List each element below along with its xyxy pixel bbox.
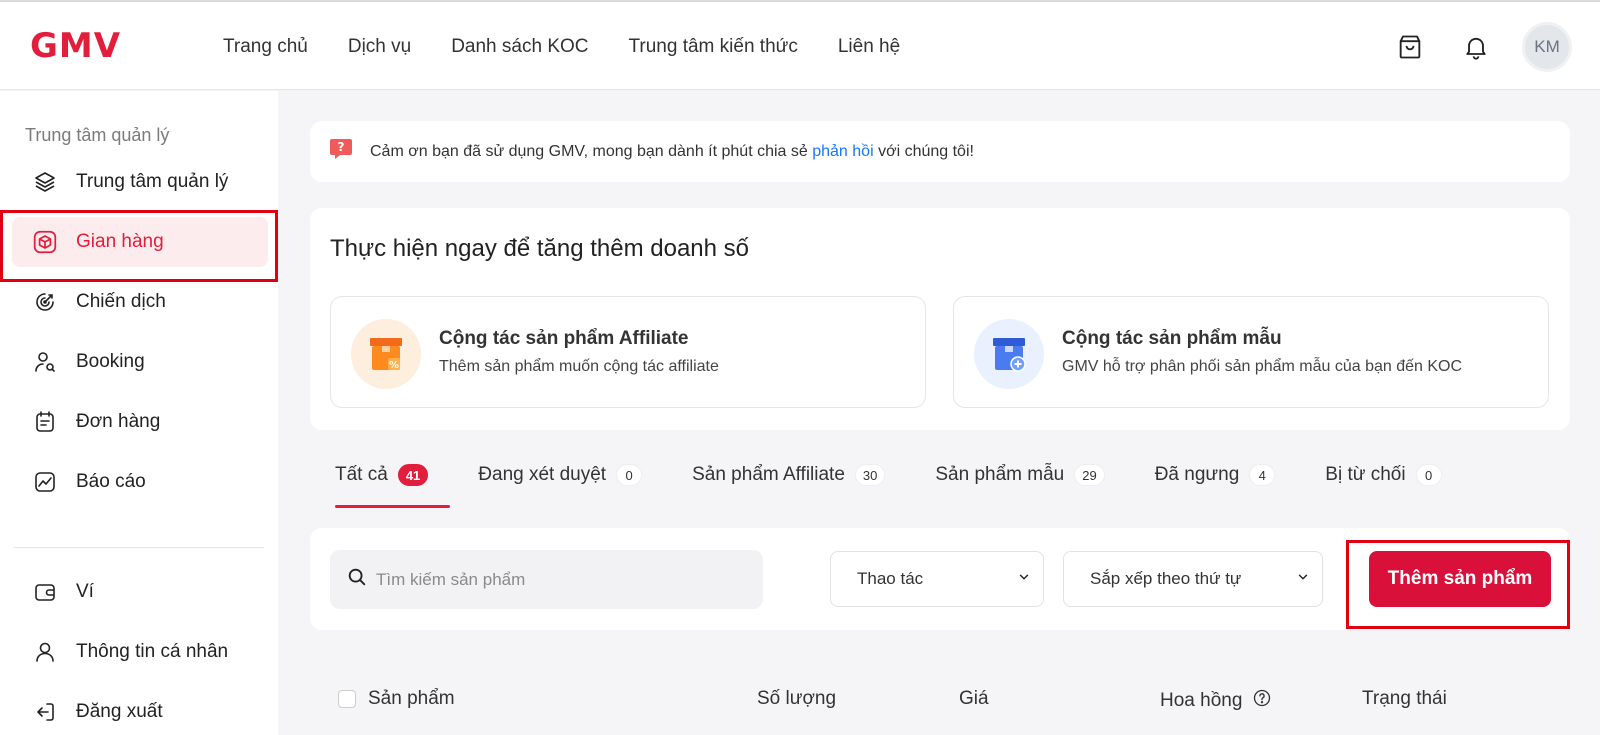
action-select[interactable]: Thao tác xyxy=(830,551,1044,607)
calendar-list-icon xyxy=(32,409,58,435)
card-description: GMV hỗ trợ phân phối sản phẩm mẫu của bạ… xyxy=(1062,358,1463,375)
header-actions: KM xyxy=(1390,22,1572,72)
svg-text:?: ? xyxy=(338,140,345,154)
nav-home[interactable]: Trang chủ xyxy=(223,36,308,58)
sidebar-item-label: Thông tin cá nhân xyxy=(76,641,229,662)
user-search-icon xyxy=(32,349,58,375)
product-status-tabs: Tất cả 41 Đang xét duyệt 0 Sản phẩm Affi… xyxy=(335,458,1492,492)
sidebar-item-wallet[interactable]: Ví xyxy=(12,567,268,617)
feedback-banner: ? Cảm ơn bạn đã sử dụng GMV, mong bạn dà… xyxy=(310,121,1570,182)
column-price: Giá xyxy=(959,688,989,709)
chevron-down-icon xyxy=(1296,569,1310,589)
search-icon xyxy=(346,566,368,593)
column-quantity: Số lượng xyxy=(757,688,837,709)
tab-rejected[interactable]: Bị từ chối 0 xyxy=(1325,458,1442,492)
sidebar-item-label: Trung tâm quản lý xyxy=(76,171,229,192)
tab-stopped[interactable]: Đã ngưng 4 xyxy=(1155,458,1276,492)
tab-count-badge: 0 xyxy=(616,464,643,486)
bell-icon[interactable] xyxy=(1456,27,1496,67)
highlight-frame-store xyxy=(0,210,278,282)
logout-icon xyxy=(32,699,58,725)
highlight-frame-add-product xyxy=(1346,540,1570,629)
gmv-logo[interactable]: GMV xyxy=(30,26,121,66)
wallet-icon xyxy=(32,579,58,605)
sample-product-card[interactable]: Cộng tác sản phẩm mẫu GMV hỗ trợ phân ph… xyxy=(953,296,1549,408)
sidebar-item-management-center[interactable]: Trung tâm quản lý xyxy=(12,157,268,207)
nav-contact[interactable]: Liên hệ xyxy=(838,36,900,58)
tab-all[interactable]: Tất cả 41 xyxy=(335,458,429,492)
sidebar-item-label: Đăng xuất xyxy=(76,701,163,722)
search-box xyxy=(330,550,763,609)
chart-icon xyxy=(32,469,58,495)
main-nav: Trang chủ Dịch vụ Danh sách KOC Trung tâ… xyxy=(223,36,900,58)
question-bubble-icon: ? xyxy=(328,136,354,167)
nav-koc-list[interactable]: Danh sách KOC xyxy=(451,36,588,58)
affiliate-product-card[interactable]: % Cộng tác sản phẩm Affiliate Thêm sản p… xyxy=(330,296,926,408)
sidebar-item-label: Chiến dịch xyxy=(76,291,166,312)
nav-services[interactable]: Dịch vụ xyxy=(348,36,411,58)
tab-count-badge: 0 xyxy=(1415,464,1442,486)
tab-under-review[interactable]: Đang xét duyệt 0 xyxy=(478,458,643,492)
shopping-bag-icon[interactable] xyxy=(1390,27,1430,67)
sidebar-item-campaigns[interactable]: Chiến dịch xyxy=(12,277,268,327)
search-input[interactable] xyxy=(376,569,756,590)
sidebar-heading: Trung tâm quản lý xyxy=(25,125,170,145)
feedback-link[interactable]: phản hồi xyxy=(812,143,873,160)
layers-icon xyxy=(32,169,58,195)
card-description: Thêm sản phẩm muốn cộng tác affiliate xyxy=(439,358,719,375)
sidebar-item-profile[interactable]: Thông tin cá nhân xyxy=(12,627,268,677)
avatar[interactable]: KM xyxy=(1522,22,1572,72)
card-title: Cộng tác sản phẩm Affiliate xyxy=(439,328,689,349)
column-commission: Hoa hồng xyxy=(1160,688,1272,714)
nav-knowledge-center[interactable]: Trung tâm kiến thức xyxy=(629,36,798,58)
affiliate-box-icon: % xyxy=(351,319,421,389)
sidebar-item-orders[interactable]: Đơn hàng xyxy=(12,397,268,447)
active-tab-indicator xyxy=(335,505,450,508)
sidebar-divider xyxy=(14,547,264,548)
sidebar-item-label: Ví xyxy=(76,581,94,602)
sidebar-item-label: Báo cáo xyxy=(76,471,146,492)
top-bar: GMV Trang chủ Dịch vụ Danh sách KOC Trun… xyxy=(0,0,1600,90)
sidebar-item-label: Booking xyxy=(76,351,145,372)
card-title: Cộng tác sản phẩm mẫu xyxy=(1062,328,1282,349)
svg-text:%: % xyxy=(389,360,399,371)
column-status: Trạng thái xyxy=(1362,688,1447,709)
user-icon xyxy=(32,639,58,665)
promo-section: Thực hiện ngay để tăng thêm doanh số % C… xyxy=(310,208,1570,430)
tab-count-badge: 41 xyxy=(397,464,429,486)
tab-count-badge: 30 xyxy=(854,464,886,486)
sidebar: Trung tâm quản lý Trung tâm quản lý Gian… xyxy=(0,91,278,735)
tab-count-badge: 4 xyxy=(1249,464,1276,486)
chevron-down-icon xyxy=(1017,569,1031,589)
product-table-header: Sản phẩm Số lượng Giá Hoa hồng Trạng thá… xyxy=(310,670,1570,735)
sidebar-item-reports[interactable]: Báo cáo xyxy=(12,457,268,507)
promo-title: Thực hiện ngay để tăng thêm doanh số xyxy=(330,235,750,262)
help-circle-icon[interactable] xyxy=(1252,688,1272,714)
sidebar-item-booking[interactable]: Booking xyxy=(12,337,268,387)
target-icon xyxy=(32,289,58,315)
sidebar-item-label: Đơn hàng xyxy=(76,411,161,432)
select-all-checkbox[interactable] xyxy=(338,690,356,708)
sample-box-icon xyxy=(974,319,1044,389)
tab-affiliate-products[interactable]: Sản phẩm Affiliate 30 xyxy=(692,458,886,492)
feedback-text: Cảm ơn bạn đã sử dụng GMV, mong bạn dành… xyxy=(370,142,974,160)
sidebar-item-logout[interactable]: Đăng xuất xyxy=(12,687,268,735)
sort-select[interactable]: Sắp xếp theo thứ tự xyxy=(1063,551,1323,607)
tab-count-badge: 29 xyxy=(1074,464,1105,486)
column-product: Sản phẩm xyxy=(338,688,455,710)
tab-sample-products[interactable]: Sản phẩm mẫu 29 xyxy=(935,458,1105,492)
